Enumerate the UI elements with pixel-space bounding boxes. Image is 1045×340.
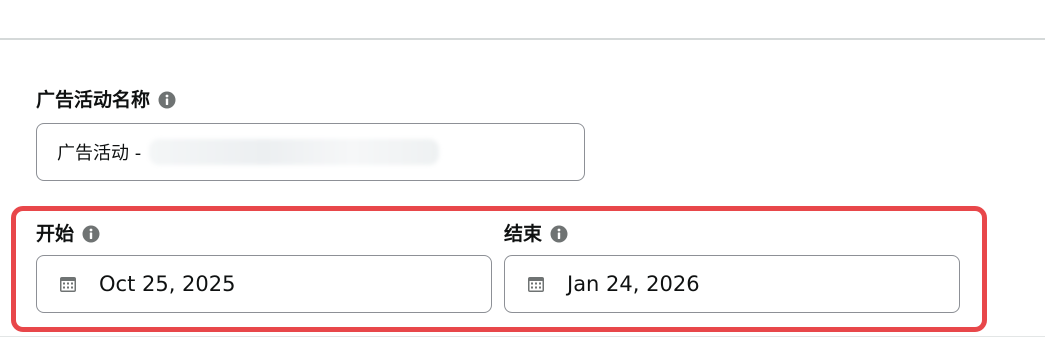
info-icon[interactable] — [82, 225, 100, 243]
start-date-input[interactable]: Oct 25, 2025 — [36, 255, 492, 313]
bottom-divider — [0, 336, 1045, 337]
campaign-name-input[interactable]: 广告活动 - — [36, 123, 585, 181]
start-date-value: Oct 25, 2025 — [99, 272, 236, 296]
campaign-settings-panel: 广告活动名称 广告活动 - 开始 Oct 25, 2025 结束 Jan 24,… — [0, 0, 1045, 340]
info-icon[interactable] — [550, 225, 568, 243]
start-date-label: 开始 — [36, 223, 75, 245]
redacted-name-text — [149, 139, 440, 165]
top-divider — [0, 38, 1045, 40]
end-date-label-row: 结束 — [504, 222, 568, 246]
info-icon[interactable] — [158, 91, 176, 109]
end-date-input[interactable]: Jan 24, 2026 — [504, 255, 960, 313]
campaign-name-label-row: 广告活动名称 — [36, 88, 176, 112]
campaign-name-value: 广告活动 - — [57, 143, 142, 164]
end-date-value: Jan 24, 2026 — [567, 272, 700, 296]
end-date-label: 结束 — [504, 223, 543, 245]
calendar-icon — [59, 275, 77, 293]
start-date-label-row: 开始 — [36, 222, 100, 246]
campaign-name-label: 广告活动名称 — [36, 89, 151, 111]
calendar-icon — [527, 275, 545, 293]
